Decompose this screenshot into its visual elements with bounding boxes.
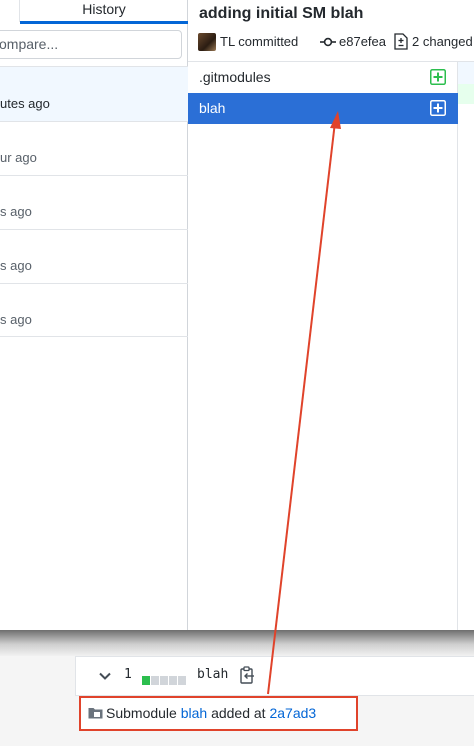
file-submodule-icon xyxy=(88,708,103,719)
submodule-name-link[interactable]: blah xyxy=(181,705,207,721)
tab-history[interactable]: History xyxy=(20,0,188,24)
screenshot-separator xyxy=(0,630,474,656)
changed-files-list: .gitmodules blah xyxy=(188,62,458,630)
diffstat-neutral-block xyxy=(151,676,159,685)
diff-file-header: 1 blah xyxy=(75,656,474,696)
history-sidebar: History ompare... utes ago ur ago s ago … xyxy=(0,0,188,630)
avatar xyxy=(198,33,216,51)
tab-changes[interactable] xyxy=(0,0,20,22)
commit-sha[interactable]: e87efea xyxy=(339,34,386,49)
commit-title: adding initial SM blah xyxy=(199,5,364,22)
diffstat-neutral-block xyxy=(169,676,177,685)
submodule-prefix: Submodule xyxy=(106,705,177,721)
history-item[interactable]: ur ago xyxy=(0,121,188,175)
file-item-gitmodules[interactable]: .gitmodules xyxy=(188,62,458,93)
commit-author: TL committed xyxy=(220,34,299,49)
diffstat-neutral-block xyxy=(178,676,186,685)
plus-square-icon xyxy=(430,100,446,116)
history-item[interactable]: s ago xyxy=(0,229,188,283)
history-item[interactable]: s ago xyxy=(0,283,188,337)
file-item-label: .gitmodules xyxy=(199,69,271,85)
diff-view-edge xyxy=(458,62,474,630)
diffstat-added-block xyxy=(142,676,150,685)
git-commit-icon xyxy=(320,37,336,47)
file-diff-icon xyxy=(394,33,408,50)
history-item-time: ur ago xyxy=(0,150,37,165)
diff-filename[interactable]: blah xyxy=(197,667,228,682)
history-item-time: s ago xyxy=(0,312,32,327)
diffstat-neutral-block xyxy=(160,676,168,685)
chevron-down-icon[interactable] xyxy=(98,669,112,683)
history-item-time: s ago xyxy=(0,258,32,273)
submodule-info-row: Submodule blah added at 2a7ad3 xyxy=(79,696,358,731)
diff-change-count: 1 xyxy=(124,667,132,682)
plus-square-icon xyxy=(430,69,446,85)
history-item-time: utes ago xyxy=(0,96,50,111)
commit-summary-header: adding initial SM blah TL committed e87e… xyxy=(188,0,474,62)
file-item-label: blah xyxy=(199,100,226,116)
desktop-app-window: History ompare... utes ago ur ago s ago … xyxy=(0,0,474,630)
diffstat-bar xyxy=(142,672,187,685)
file-item-blah[interactable]: blah xyxy=(188,93,458,124)
submodule-hash-link[interactable]: 2a7ad3 xyxy=(269,705,316,721)
clipboard-icon[interactable] xyxy=(240,666,255,684)
commit-history-list: utes ago ur ago s ago s ago s ago xyxy=(0,66,188,337)
diff-added-line xyxy=(458,84,474,104)
changed-files-count: 2 changed fi xyxy=(412,34,474,49)
history-item[interactable]: s ago xyxy=(0,175,188,229)
diff-hunk-header xyxy=(458,62,474,84)
compare-branch-input[interactable]: ompare... xyxy=(0,30,182,59)
submodule-added-text: added at xyxy=(211,705,266,721)
web-diff-panel: 1 blah Submodule blah added at 2a7ad3 xyxy=(0,656,474,746)
history-item-time: s ago xyxy=(0,204,32,219)
history-item[interactable]: utes ago xyxy=(0,66,188,121)
sidebar-tabs: History xyxy=(0,0,188,24)
